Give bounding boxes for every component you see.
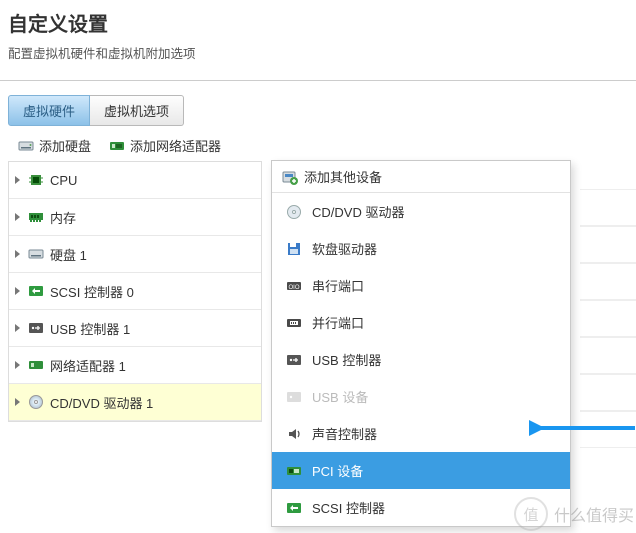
hardware-row-label: 硬盘 1 <box>50 245 87 264</box>
memory-icon <box>28 209 44 225</box>
hardware-row-cpu[interactable]: CPU <box>9 162 261 199</box>
hard-disk-icon <box>18 138 34 154</box>
hardware-row-usb[interactable]: USB 控制器 1 <box>9 310 261 347</box>
hardware-row-scsi[interactable]: SCSI 控制器 0 <box>9 273 261 310</box>
dropdown-item-label: 串行端口 <box>312 276 364 295</box>
serial-port-icon: OIO <box>286 278 302 294</box>
hardware-row-nic[interactable]: 网络适配器 1 <box>9 347 261 384</box>
add-other-device-label: 添加其他设备 <box>304 167 382 186</box>
usb-controller-icon <box>28 320 44 336</box>
pci-device-icon <box>286 463 302 479</box>
floppy-icon <box>286 241 302 257</box>
dropdown-item-label: 声音控制器 <box>312 424 377 443</box>
hardware-row-disk[interactable]: 硬盘 1 <box>9 236 261 273</box>
dropdown-item-scsi[interactable]: SCSI 控制器 <box>272 489 570 526</box>
page-title: 自定义设置 <box>8 8 628 37</box>
dropdown-item-sound[interactable]: 声音控制器 <box>272 415 570 452</box>
network-adapter-icon <box>28 357 44 373</box>
chevron-right-icon <box>15 213 20 221</box>
hardware-row-label: SCSI 控制器 0 <box>50 282 134 301</box>
cpu-icon <box>28 172 44 188</box>
chevron-right-icon <box>15 324 20 332</box>
tab-bar: 虚拟硬件 虚拟机选项 <box>8 95 628 126</box>
device-plus-icon <box>282 169 298 185</box>
tab-virtual-hardware[interactable]: 虚拟硬件 <box>8 95 90 126</box>
dropdown-item-label: CD/DVD 驱动器 <box>312 202 404 221</box>
dropdown-item-usb-controller[interactable]: USB 控制器 <box>272 341 570 378</box>
dropdown-item-label: USB 设备 <box>312 387 368 406</box>
dropdown-item-label: 软盘驱动器 <box>312 239 377 258</box>
scsi-controller-icon <box>28 283 44 299</box>
dropdown-item-floppy[interactable]: 软盘驱动器 <box>272 230 570 267</box>
dropdown-item-pci[interactable]: PCI 设备 <box>272 452 570 489</box>
usb-controller-icon <box>286 352 302 368</box>
hardware-row-label: CD/DVD 驱动器 1 <box>50 393 153 412</box>
dropdown-item-serial[interactable]: OIO 串行端口 <box>272 267 570 304</box>
chevron-right-icon <box>15 250 20 258</box>
network-adapter-icon <box>109 138 125 154</box>
add-network-adapter-button[interactable]: 添加网络适配器 <box>109 136 221 155</box>
hardware-list: CPU 内存 硬盘 1 SCSI 控制器 0 <box>8 161 262 422</box>
toolbar: 添加硬盘 添加网络适配器 <box>18 136 628 155</box>
add-network-adapter-label: 添加网络适配器 <box>130 136 221 155</box>
chevron-right-icon <box>15 398 20 406</box>
hardware-row-label: 内存 <box>50 208 76 227</box>
sound-controller-icon <box>286 426 302 442</box>
add-hard-disk-label: 添加硬盘 <box>39 136 91 155</box>
dropdown-item-label: 并行端口 <box>312 313 364 332</box>
hard-disk-icon <box>28 246 44 262</box>
dropdown-item-parallel[interactable]: 并行端口 <box>272 304 570 341</box>
usb-device-icon <box>286 389 302 405</box>
chevron-right-icon <box>15 361 20 369</box>
hardware-row-label: USB 控制器 1 <box>50 319 130 338</box>
right-column <box>580 189 636 448</box>
dropdown-item-usb-device: USB 设备 <box>272 378 570 415</box>
header-divider <box>0 80 636 81</box>
page-subtitle: 配置虚拟机硬件和虚拟机附加选项 <box>8 43 628 62</box>
cd-dvd-icon <box>286 204 302 220</box>
hardware-row-cddvd[interactable]: CD/DVD 驱动器 1 <box>9 384 261 421</box>
scsi-controller-icon <box>286 500 302 516</box>
dropdown-item-label: PCI 设备 <box>312 461 363 480</box>
dropdown-item-label: SCSI 控制器 <box>312 498 385 517</box>
hardware-row-memory[interactable]: 内存 <box>9 199 261 236</box>
hardware-row-label: 网络适配器 1 <box>50 356 126 375</box>
add-hard-disk-button[interactable]: 添加硬盘 <box>18 136 91 155</box>
hardware-row-label: CPU <box>50 173 77 188</box>
tab-vm-options[interactable]: 虚拟机选项 <box>90 95 184 126</box>
svg-text:OIO: OIO <box>288 285 299 291</box>
cd-dvd-icon <box>28 394 44 410</box>
add-other-device-dropdown: 添加其他设备 CD/DVD 驱动器 软盘驱动器 OIO 串行端口 并行端口 <box>271 160 571 527</box>
chevron-right-icon <box>15 287 20 295</box>
parallel-port-icon <box>286 315 302 331</box>
chevron-right-icon <box>15 176 20 184</box>
dropdown-item-label: USB 控制器 <box>312 350 381 369</box>
dropdown-item-cddvd[interactable]: CD/DVD 驱动器 <box>272 193 570 230</box>
add-other-device-button[interactable]: 添加其他设备 <box>272 161 570 193</box>
